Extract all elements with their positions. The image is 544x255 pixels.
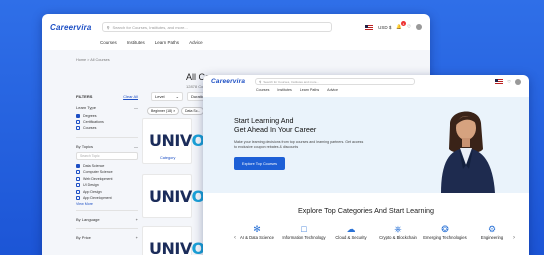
expand-icon[interactable]: + — [136, 235, 138, 240]
emerging-icon: ❂ — [441, 224, 449, 234]
engineering-icon: ⚙ — [487, 224, 497, 234]
by-price-header[interactable]: By Price + — [76, 228, 138, 240]
filter-chip[interactable]: Beginner (18) × — [147, 107, 180, 115]
nav-courses[interactable]: Courses — [100, 40, 117, 50]
category-item[interactable]: ☁ Cloud & Security — [329, 224, 373, 241]
home-window: Careervira ⚲ Search for Courses, Institu… — [203, 75, 529, 255]
institute-logo: UNIVO — [149, 187, 205, 206]
search-icon: ⚲ — [259, 79, 262, 84]
ai-icon: ✻ — [253, 224, 261, 234]
filters-title: FILTERS — [76, 94, 93, 99]
checkbox-icon[interactable] — [76, 170, 80, 175]
logo[interactable]: Careervira — [50, 23, 92, 32]
search-icon: ⚲ — [106, 24, 110, 30]
header-right: USD $ 🔔 1 ♡ — [365, 21, 422, 30]
nav-institutes[interactable]: Institutes — [127, 40, 145, 50]
by-price-title: By Price — [76, 235, 91, 241]
course-card[interactable]: UNIVO Category — [142, 118, 205, 164]
hero-description: Make your learning decisions from top co… — [234, 140, 364, 149]
category-item[interactable]: ✻ AI & Data Science — [235, 224, 279, 241]
collapse-icon[interactable]: — — [134, 144, 138, 149]
checkbox-icon[interactable] — [76, 120, 80, 125]
hero-title: Start Learning And Get Ahead In Your Car… — [234, 116, 317, 134]
chevron-down-icon: ⌄ — [175, 94, 179, 99]
by-topics-header[interactable]: By Topics — — [76, 137, 138, 149]
course-card[interactable]: UNIVO — [142, 226, 205, 255]
by-topics-title: By Topics — [76, 144, 94, 149]
search-input[interactable]: Search for Courses, Institutes, and more… — [113, 25, 188, 30]
by-language-header[interactable]: By Language + — [76, 210, 138, 222]
it-icon: □ — [301, 224, 307, 234]
currency-selector[interactable]: USD $ — [378, 25, 391, 30]
search-input[interactable]: Search for Courses, Institutes and more.… — [263, 80, 319, 84]
institute-logo: UNIVO — [149, 239, 205, 255]
header-right: ♡ — [495, 78, 521, 85]
explore-top-courses-button[interactable]: Explore Top Courses — [234, 157, 285, 170]
header: Careervira ⚲ Search for Courses, Institu… — [203, 75, 529, 88]
heart-icon[interactable]: ♡ — [407, 24, 411, 30]
category-item[interactable]: □ Information Technology — [282, 224, 326, 241]
nav-institutes[interactable]: Institutes — [277, 88, 291, 97]
crypto-icon: ⎈ — [394, 224, 402, 234]
checkbox-icon[interactable] — [76, 164, 80, 169]
flag-icon — [365, 24, 374, 30]
category-item[interactable]: ❂ Emerging Technologies — [423, 224, 467, 241]
view-more-link[interactable]: View More — [76, 202, 138, 206]
expand-icon[interactable]: + — [136, 217, 138, 222]
collapse-icon[interactable]: — — [134, 105, 138, 110]
checkbox-icon[interactable] — [76, 189, 80, 194]
checkbox-icon[interactable] — [76, 114, 80, 119]
checkbox-icon[interactable] — [76, 196, 80, 201]
course-card[interactable]: UNIVO — [142, 174, 205, 218]
learn-type-options: Degrees Certifications Courses — [76, 113, 138, 131]
option-courses[interactable]: Courses — [76, 125, 138, 131]
topic-search-input[interactable]: Search Topic — [76, 152, 138, 160]
learn-type-title: Learn Type — [76, 105, 96, 110]
search-bar[interactable]: ⚲ Search for Courses, Institutes, and mo… — [101, 22, 332, 32]
main-nav: Courses Institutes Learn Paths Advice — [42, 40, 430, 50]
hero-section: Start Learning And Get Ahead In Your Car… — [203, 97, 529, 193]
nav-courses[interactable]: Courses — [256, 88, 269, 97]
search-bar[interactable]: ⚲ Search for Courses, Institutes and mor… — [255, 78, 416, 85]
heart-icon[interactable]: ♡ — [507, 79, 511, 84]
filters-panel: FILTERS Clear All Learn Type — Degrees Ce… — [76, 94, 138, 255]
level-dropdown[interactable]: Level ⌄ — [151, 92, 183, 101]
topic-options: Data Science Computer Science Web Develo… — [76, 163, 138, 201]
hero-woman-image — [441, 111, 495, 193]
filters-header: FILTERS Clear All — [76, 94, 138, 99]
main-nav: Courses Institutes Learn Paths Advice — [203, 88, 529, 97]
institute-logo: UNIVO — [149, 131, 205, 150]
learn-type-header[interactable]: Learn Type — — [76, 105, 138, 110]
category-item[interactable]: ⎈ Crypto & Blockchain — [376, 224, 420, 241]
nav-advice[interactable]: Advice — [327, 88, 338, 97]
card-category[interactable]: Category — [160, 156, 175, 160]
avatar-icon[interactable] — [515, 78, 521, 85]
logo[interactable]: Careervira — [211, 78, 245, 85]
nav-learn-paths[interactable]: Learn Paths — [300, 88, 319, 97]
flag-icon — [495, 79, 504, 84]
checkbox-icon[interactable] — [76, 126, 80, 131]
option-app-development[interactable]: App Development — [76, 195, 138, 201]
bell-icon[interactable]: 🔔 1 — [396, 21, 406, 30]
by-language-title: By Language — [76, 217, 100, 223]
nav-learn-paths[interactable]: Learn Paths — [155, 40, 179, 50]
checkbox-icon[interactable] — [76, 183, 80, 188]
section-title: Explore Top Categories And Start Learnin… — [297, 206, 435, 215]
notification-badge: 1 — [400, 21, 406, 26]
checkbox-icon[interactable] — [76, 176, 80, 181]
filter-chip[interactable]: Data Sc... — [181, 107, 205, 115]
avatar-icon[interactable] — [416, 24, 422, 30]
header: Careervira ⚲ Search for Courses, Institu… — [42, 14, 430, 40]
breadcrumb[interactable]: Home > All Courses — [76, 58, 110, 62]
cloud-icon: ☁ — [346, 224, 356, 234]
clear-all-link[interactable]: Clear All — [123, 94, 138, 99]
category-item[interactable]: ⚙ Engineering — [470, 224, 514, 241]
nav-advice[interactable]: Advice — [189, 40, 203, 50]
